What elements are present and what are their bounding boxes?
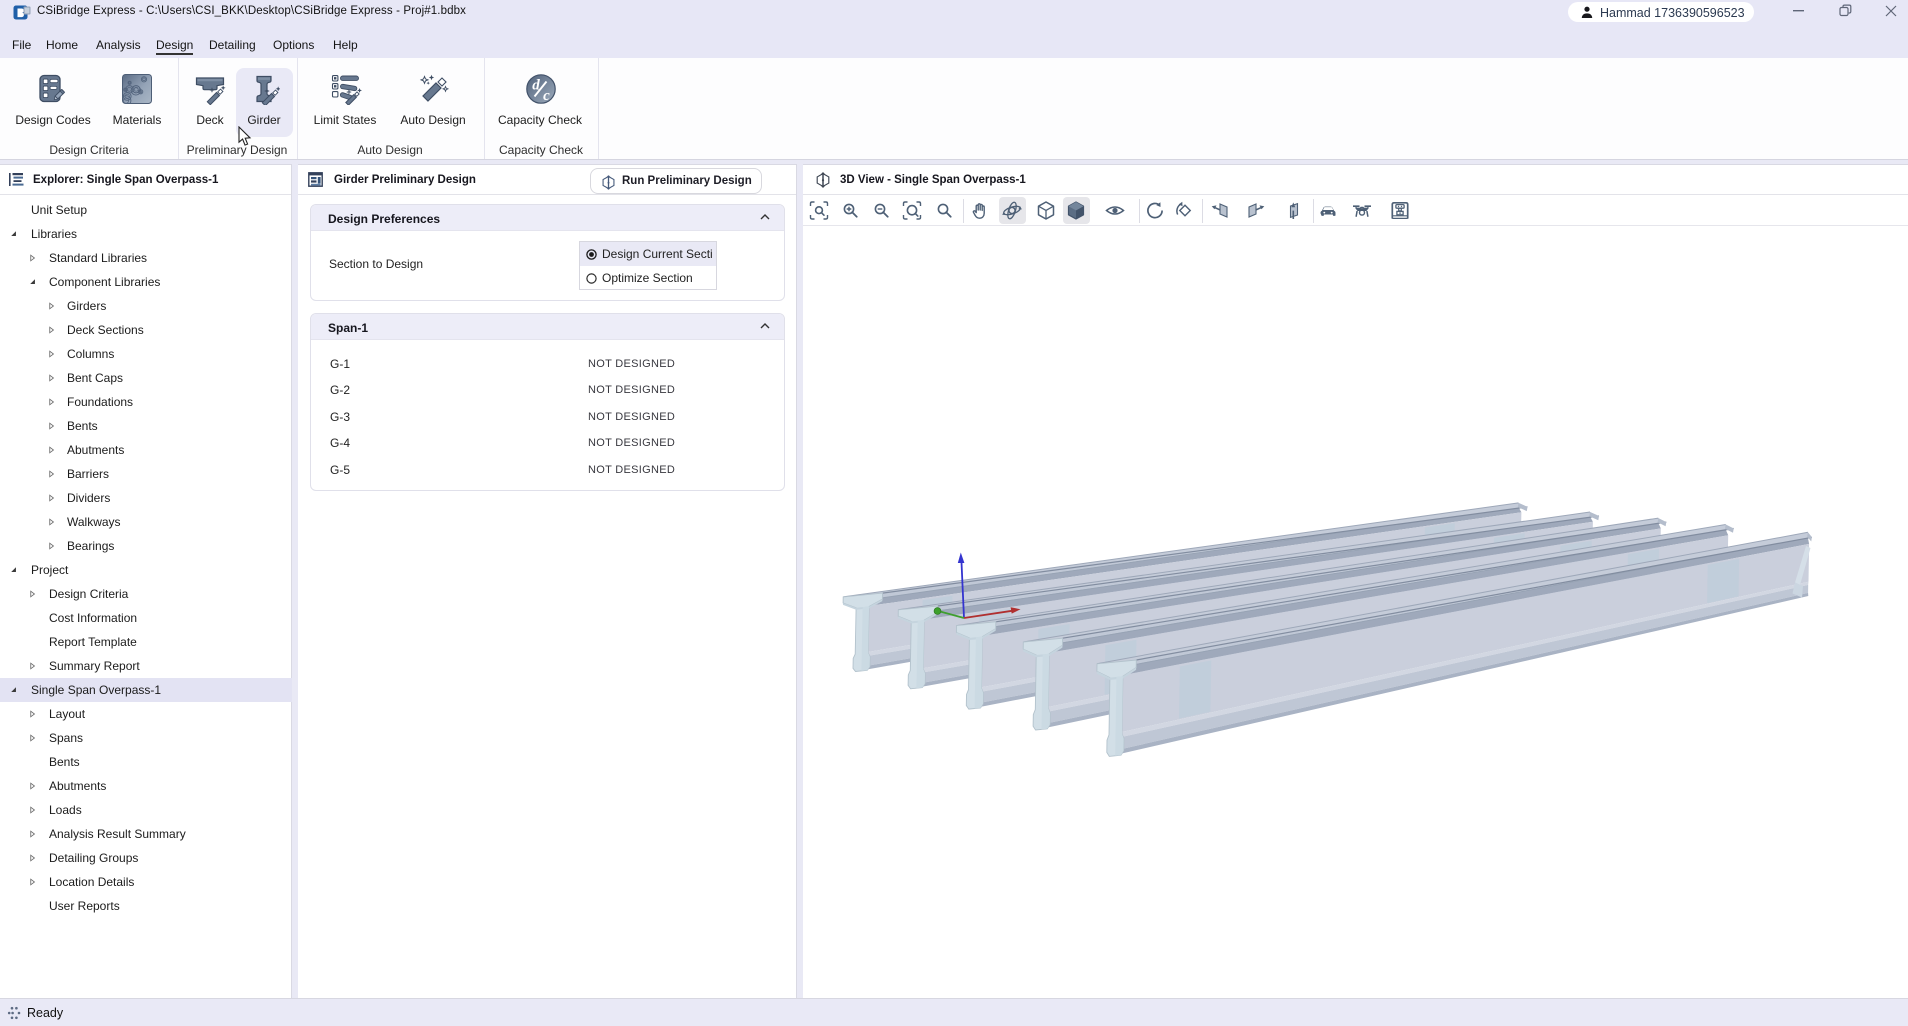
svg-text:c: c: [543, 88, 550, 104]
